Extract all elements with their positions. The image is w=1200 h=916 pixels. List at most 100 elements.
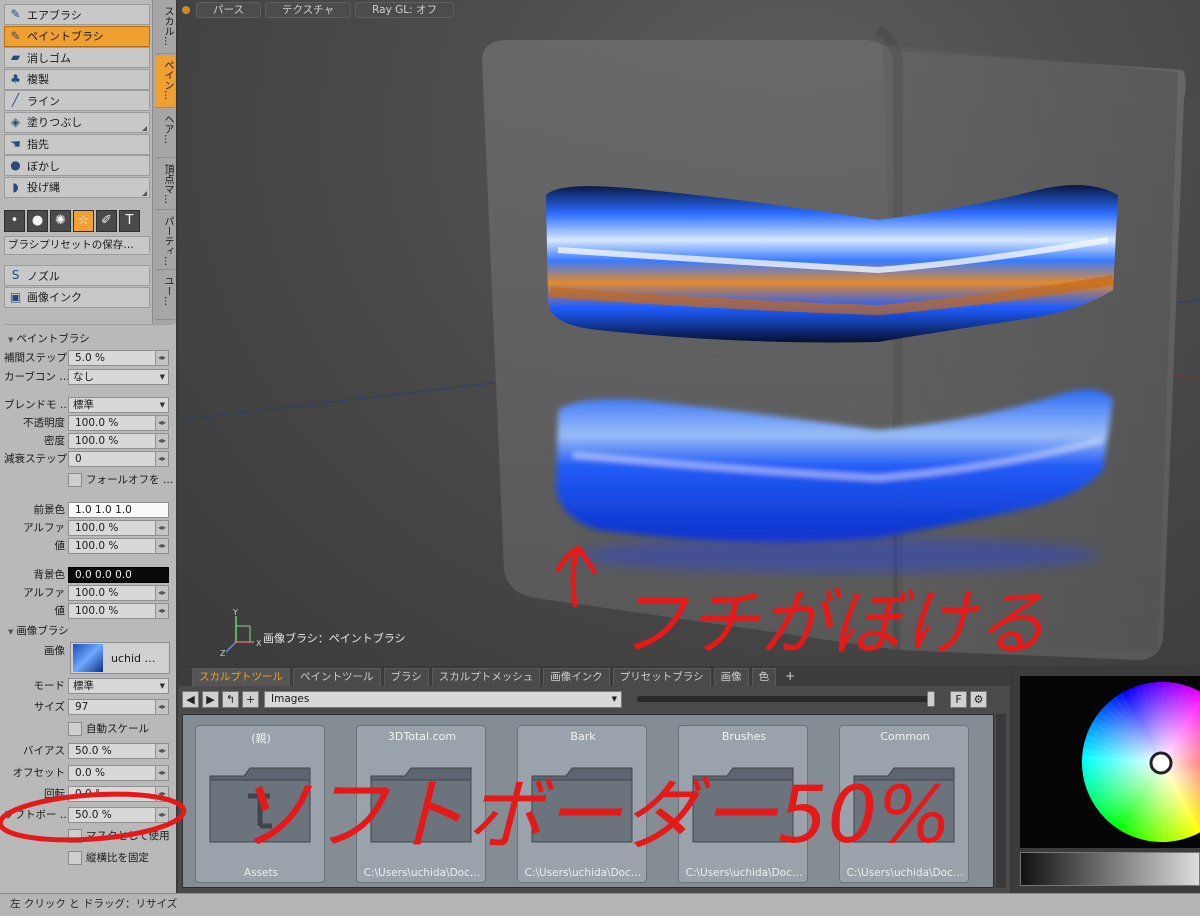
- fg-alpha-stepper-icon[interactable]: ◂▸: [156, 519, 169, 536]
- mask-row: マスクとして使用: [68, 827, 174, 844]
- color-wheel-area[interactable]: [1020, 676, 1200, 848]
- tool-item[interactable]: ▣ 画像インク: [4, 286, 150, 308]
- ray-gl-button[interactable]: Ray GL: オフ: [355, 2, 454, 18]
- filter-button[interactable]: F: [950, 690, 967, 708]
- browser-tab[interactable]: スカルプトツール: [192, 668, 290, 686]
- tool-item[interactable]: ◈ 塗りつぶし: [4, 111, 150, 133]
- tab-user[interactable]: ユー…: [155, 272, 175, 320]
- folder-card[interactable]: (親) Assets: [195, 725, 325, 883]
- aspect-checkbox[interactable]: [68, 850, 82, 865]
- density-stepper-icon[interactable]: ◂▸: [156, 432, 169, 449]
- splatter-brush-icon[interactable]: ✺: [50, 210, 71, 232]
- forward-arrow-icon[interactable]: ▶: [202, 690, 219, 708]
- tool-item[interactable]: ✎ ペイントブラシ: [4, 25, 150, 47]
- browser-tab[interactable]: ブラシ: [383, 668, 429, 686]
- falloff-steps-field[interactable]: 0: [68, 450, 156, 467]
- browser-tabs: スカルプトツール ペイントツール ブラシ スカルプトメッシュ 画像インク プリセットブラシ…: [178, 668, 1010, 686]
- tool-item[interactable]: ✎ エアブラシ: [4, 4, 150, 25]
- tool-item[interactable]: ♣ 複製: [4, 68, 150, 90]
- offset-stepper-icon[interactable]: ◂▸: [156, 764, 169, 781]
- tab-paint[interactable]: ペイン…: [155, 56, 175, 108]
- mask-checkbox[interactable]: [68, 828, 82, 843]
- folder-card[interactable]: Bark C:\Users\uchida\Doc…: [517, 725, 647, 883]
- viewport-menu-dot-icon[interactable]: [182, 6, 190, 14]
- rotate-field[interactable]: 0.0 °: [68, 785, 156, 802]
- star-brush-icon[interactable]: ☆: [73, 210, 94, 232]
- 3d-viewport[interactable]: Y Z X パース テクスチャ Ray GL: オフ 画像ブラシ：ペイントブラシ: [178, 0, 1200, 666]
- soft-border-field[interactable]: 50.0 %: [68, 806, 156, 823]
- density-field[interactable]: 100.0 %: [68, 432, 156, 449]
- back-arrow-icon[interactable]: ◀: [182, 690, 199, 708]
- fg-alpha-field[interactable]: 100.0 %: [68, 519, 156, 536]
- tab-hair[interactable]: ヘア…: [155, 110, 175, 158]
- view-perspective-button[interactable]: パース: [196, 2, 261, 18]
- tool-item[interactable]: ◗ 投げ縄: [4, 176, 150, 198]
- tab-sculpt[interactable]: スカル…: [155, 2, 175, 54]
- size-field[interactable]: 97: [68, 698, 156, 715]
- falloff-checkbox[interactable]: [68, 472, 82, 487]
- folder-card[interactable]: 3DTotal.com C:\Users\uchida\Doc…: [356, 725, 486, 883]
- bias-stepper-icon[interactable]: ◂▸: [156, 742, 169, 759]
- color-wheel-icon[interactable]: [1020, 676, 1200, 848]
- tool-item[interactable]: ▰ 消しゴム: [4, 47, 150, 69]
- opacity-stepper-icon[interactable]: ◂▸: [156, 414, 169, 431]
- tab-vertex-map[interactable]: 頂点マ…: [155, 160, 175, 210]
- browser-tab[interactable]: 画像: [713, 668, 749, 686]
- bg-alpha-field[interactable]: 100.0 %: [68, 584, 156, 601]
- fg-value-stepper-icon[interactable]: ◂▸: [156, 537, 169, 554]
- autoscale-checkbox[interactable]: [68, 721, 82, 736]
- brush-image-picker[interactable]: uchid …: [70, 642, 170, 674]
- value-gradient-bar[interactable]: [1020, 852, 1200, 886]
- bias-field[interactable]: 50.0 %: [68, 742, 156, 759]
- soft-brush-icon[interactable]: •: [4, 210, 25, 232]
- opacity-field[interactable]: 100.0 %: [68, 414, 156, 431]
- rotate-stepper-icon[interactable]: ◂▸: [156, 785, 169, 802]
- bg-alpha-stepper-icon[interactable]: ◂▸: [156, 584, 169, 601]
- text-brush-icon[interactable]: T: [119, 210, 140, 232]
- up-folder-icon[interactable]: ↰: [222, 690, 239, 708]
- bg-color-swatch[interactable]: 0.0 0.0 0.0: [68, 566, 169, 583]
- add-folder-icon[interactable]: +: [242, 690, 259, 708]
- path-dropdown[interactable]: Images: [264, 690, 622, 708]
- tab-particle[interactable]: パーティ…: [155, 212, 175, 270]
- browser-tab[interactable]: 画像インク: [543, 668, 610, 686]
- falloff-steps-stepper-icon[interactable]: ◂▸: [156, 450, 169, 467]
- tool-label: 塗りつぶし: [27, 116, 83, 130]
- add-tab-button[interactable]: +: [779, 668, 801, 686]
- size-stepper-icon[interactable]: ◂▸: [156, 698, 169, 715]
- browser-scrollbar[interactable]: [996, 714, 1006, 888]
- view-texture-button[interactable]: テクスチャ: [264, 2, 352, 18]
- browser-tab[interactable]: スカルプトメッシュ: [431, 668, 541, 686]
- thumbnail-size-slider[interactable]: [637, 691, 935, 707]
- color-wheel-handle[interactable]: [1149, 751, 1173, 775]
- offset-field[interactable]: 0.0 %: [68, 764, 156, 781]
- slider-handle[interactable]: [927, 691, 935, 707]
- blend-mode-dropdown[interactable]: 標準: [68, 396, 169, 413]
- fg-value-label: 値: [54, 540, 66, 552]
- save-brush-preset-button[interactable]: ブラシプリセットの保存…: [4, 236, 150, 255]
- tool-item[interactable]: ● ぼかし: [4, 155, 150, 177]
- folder-card[interactable]: Common C:\Users\uchida\Doc…: [839, 725, 969, 883]
- browser-tab[interactable]: プリセットブラシ: [612, 668, 711, 686]
- spacing-stepper-icon[interactable]: ◂▸: [156, 349, 169, 366]
- tool-item[interactable]: S ノズル: [4, 265, 150, 286]
- fg-value-field[interactable]: 100.0 %: [68, 537, 156, 554]
- browser-tab[interactable]: 色: [751, 668, 777, 686]
- fg-color-swatch[interactable]: 1.0 1.0 1.0: [68, 501, 169, 518]
- tool-item[interactable]: ╱ ライン: [4, 90, 150, 112]
- spacing-field[interactable]: 5.0 %: [68, 349, 156, 366]
- paintbrush-section-header[interactable]: ペイントブラシ: [4, 331, 172, 346]
- browser-tab[interactable]: ペイントツール: [293, 668, 381, 686]
- folder-card[interactable]: Brushes C:\Users\uchida\Doc…: [678, 725, 808, 883]
- custom-brush-icon[interactable]: ✐: [96, 210, 117, 232]
- tool-item[interactable]: ☚ 指先: [4, 133, 150, 155]
- soft-border-stepper-icon[interactable]: ◂▸: [156, 806, 169, 823]
- settings-gear-icon[interactable]: ⚙: [970, 690, 987, 708]
- curve-dropdown[interactable]: なし: [68, 368, 169, 385]
- image-brush-section-header[interactable]: 画像ブラシ: [4, 623, 172, 638]
- mode-dropdown[interactable]: 標準: [68, 677, 169, 694]
- bg-value-field[interactable]: 100.0 %: [68, 602, 156, 619]
- hard-brush-icon[interactable]: ●: [27, 210, 48, 232]
- submenu-corner-icon: [142, 190, 147, 196]
- bg-value-stepper-icon[interactable]: ◂▸: [156, 602, 169, 619]
